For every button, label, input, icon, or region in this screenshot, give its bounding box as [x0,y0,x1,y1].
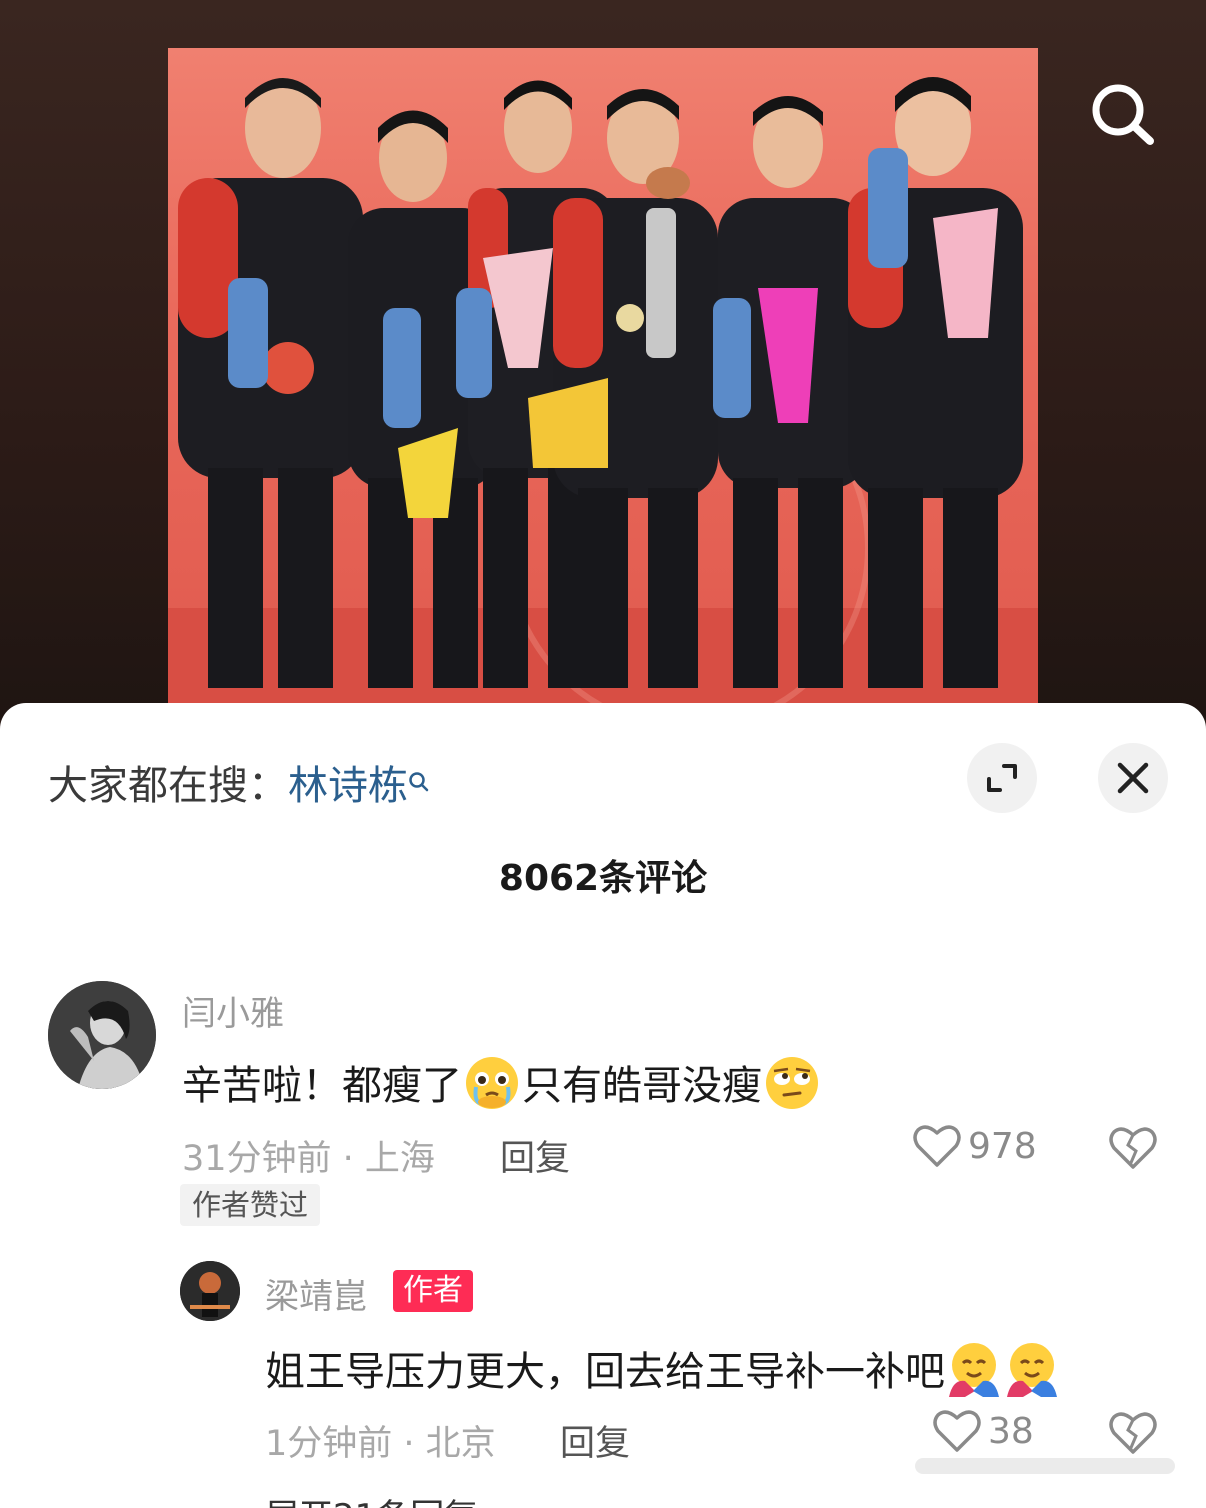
team-photo-illustration [168,77,1038,703]
comment-sheet: 大家都在搜：林诗栋 8062条评论 闫小雅 辛苦啦！都瘦了 只有皓哥没瘦 31分钟… [0,703,1206,1508]
trending-label: 大家都在搜： [48,763,288,809]
player-figures [178,77,1023,688]
like-count: 978 [968,1125,1037,1167]
comment-text-part: 辛苦啦！都瘦了 [182,1063,462,1109]
comment-text: 辛苦啦！都瘦了 只有皓哥没瘦 [182,1053,822,1121]
comment-username[interactable]: 梁靖崑 [265,1269,367,1318]
close-button[interactable] [1098,743,1168,813]
dislike-button[interactable] [1108,1410,1158,1460]
broken-heart-icon [1109,1412,1157,1454]
comment-text-part: 只有皓哥没瘦 [522,1063,762,1109]
expand-replies-button[interactable]: 展开21条回复 [265,1489,478,1508]
broken-heart-icon [1109,1127,1157,1169]
like-button[interactable]: 38 [932,1408,1034,1454]
avatar[interactable] [180,1261,240,1321]
hugging-emoji-icon [945,1341,1003,1407]
like-count: 38 [988,1410,1034,1452]
reply-button[interactable]: 回复 [560,1415,630,1466]
comment-username[interactable]: 闫小雅 [182,986,284,1035]
heart-icon [913,1125,961,1167]
trending-search: 大家都在搜：林诗栋 [48,753,430,809]
avatar[interactable] [48,981,156,1089]
small-search-icon [408,757,430,792]
author-badge: 作者 [393,1270,473,1312]
trending-keyword[interactable]: 林诗栋 [288,763,408,809]
expand-button[interactable] [967,743,1037,813]
comment-text: 姐王导压力更大，回去给王导补一补吧 [265,1339,1061,1407]
post-photo[interactable] [168,48,1038,703]
author-liked-tag: 作者赞过 [180,1184,321,1226]
reply-button[interactable]: 回复 [500,1130,570,1181]
eye-roll-emoji-icon [762,1055,822,1121]
comment-meta: 1分钟前 · 北京 [265,1424,496,1464]
search-button[interactable] [1082,78,1162,148]
home-indicator [915,1458,1175,1474]
hugging-emoji-icon [1003,1341,1061,1407]
comment-text-part: 姐王导压力更大，回去给王导补一补吧 [265,1349,945,1395]
dislike-button[interactable] [1108,1125,1158,1175]
close-icon [1117,762,1149,794]
like-button[interactable]: 978 [912,1123,1037,1169]
expand-icon [987,764,1017,792]
comment-meta: 31分钟前 · 上海 [182,1139,435,1179]
pleading-tears-emoji-icon [462,1055,522,1121]
search-icon [1092,84,1154,145]
heart-icon [933,1410,981,1452]
comment-count: 8062条评论 [498,858,708,899]
